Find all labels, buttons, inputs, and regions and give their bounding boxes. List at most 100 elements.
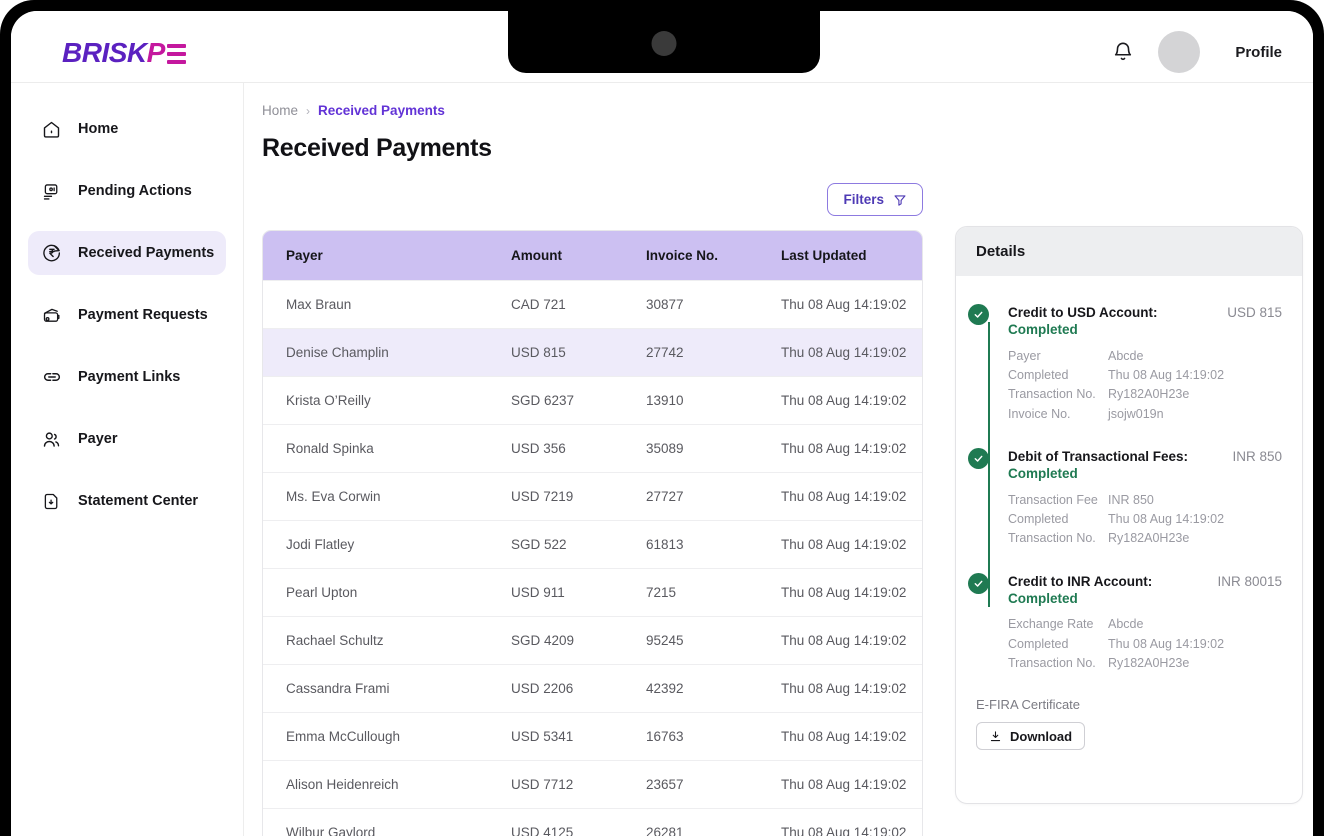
table-row[interactable]: Wilbur Gaylord USD 4125 26281 Thu 08 Aug 14… [263,807,922,836]
cell-updated: Thu 08 Aug 14:19:02 [781,567,922,616]
chevron-right-icon: › [306,103,311,118]
table-row[interactable]: Emma McCullough USD 5341 16763 Thu 08 Aug 1… [263,711,922,760]
detail-field-key: Invoice No. [1008,406,1071,421]
cell-amount: CAD 721 [511,279,646,328]
cell-payer: Ms. Eva Corwin [263,471,511,520]
detail-field-key: Completed [1008,511,1069,526]
payment-links-icon [40,366,63,389]
timeline-item-title: Credit to INR Account: Completed [1008,573,1153,606]
detail-field: Completed Thu 08 Aug 14:19:02 [1008,510,1282,529]
sidebar-item-label: Payer [78,431,118,447]
column-header-updated[interactable]: Last Updated [781,231,922,280]
sidebar-item-payer[interactable]: Payer [28,417,226,461]
cell-amount: USD 2206 [511,663,646,712]
detail-field-value: Thu 08 Aug 14:19:02 [1108,511,1225,526]
timeline-item-fields: Exchange Rate Abcde Completed Thu 08 Aug 14… [1008,615,1282,673]
timeline-item-heading: Credit to USD Account: Completed USD 815 [1008,304,1282,339]
detail-field: Exchange Rate Abcde [1008,615,1282,634]
detail-field-key: Transaction No. [1008,387,1096,402]
timeline-item-title: Credit to USD Account: Completed [1008,305,1158,338]
cell-amount: SGD 522 [511,519,646,568]
cell-payer: Pearl Upton [263,567,511,616]
device-frame: BRISK P Profile Home Pending Actions Rec… [0,0,1324,836]
timeline-item-fields: Payer Abcde Completed Thu 08 Aug 14:19:02 Tr… [1008,347,1282,425]
efira-certificate-label: E-FIRA Certificate [976,697,1081,713]
cell-updated: Thu 08 Aug 14:19:02 [781,471,922,520]
table-row[interactable]: Alison Heidenreich USD 7712 23657 Thu 08 Au… [263,759,922,808]
cell-amount: USD 4125 [511,807,646,836]
detail-field-value: Ry182A0H23e [1108,655,1190,670]
sidebar-item-label: Payment Links [78,369,181,385]
table-row[interactable]: Cassandra Frami USD 2206 42392 Thu 08 Aug 1… [263,663,922,712]
sidebar-item-statement-center[interactable]: Statement Center [28,479,226,523]
table-row[interactable]: Jodi Flatley SGD 522 61813 Thu 08 Aug 14:19… [263,519,922,568]
detail-field: Completed Thu 08 Aug 14:19:02 [1008,366,1282,385]
cell-updated: Thu 08 Aug 14:19:02 [781,375,922,424]
table-row[interactable]: Ms. Eva Corwin USD 7219 27727 Thu 08 Aug 14… [263,471,922,520]
device-notch [508,0,820,73]
detail-field-key: Completed [1008,367,1069,382]
check-circle-icon [968,448,989,470]
sidebar-item-label: Pending Actions [78,183,192,199]
table-row[interactable]: Rachael Schultz SGD 4209 95245 Thu 08 Aug 1… [263,615,922,664]
column-header-amount[interactable]: Amount [511,231,646,280]
cell-invoice: 27742 [646,327,781,376]
breadcrumb-current[interactable]: Received Payments [318,103,445,118]
check-circle-icon [968,572,989,594]
logo-e-bars-icon [166,44,186,64]
detail-field: Payer Abcde [1008,347,1282,366]
status-badge: Completed [1008,322,1078,338]
breadcrumb-home[interactable]: Home [262,103,298,118]
table-body: Max Braun CAD 721 30877 Thu 08 Aug 14:19:02… [263,279,922,836]
cell-amount: USD 356 [511,423,646,472]
cell-invoice: 35089 [646,423,781,472]
avatar[interactable] [1158,31,1200,73]
details-panel-title: Details [956,227,1302,276]
brand-logo[interactable]: BRISK P [62,37,186,69]
cell-invoice: 23657 [646,759,781,808]
filters-button[interactable]: Filters [827,183,923,216]
table-row[interactable]: Denise Champlin USD 815 27742 Thu 08 Aug 14… [263,327,922,376]
payer-icon [40,428,63,451]
timeline-item-fields: Transaction Fee INR 850 Completed Thu 08 Au… [1008,491,1282,549]
table-row[interactable]: Pearl Upton USD 911 7215 Thu 08 Aug 14:19:0… [263,567,922,616]
cell-payer: Rachael Schultz [263,615,511,664]
cell-payer: Emma McCullough [263,711,511,760]
sidebar-item-home[interactable]: Home [28,107,226,151]
detail-field-key: Exchange Rate [1008,617,1094,632]
cell-invoice: 61813 [646,519,781,568]
cell-updated: Thu 08 Aug 14:19:02 [781,327,922,376]
payments-table: Payer Amount Invoice No. Last Updated Ma… [262,230,923,836]
cell-updated: Thu 08 Aug 14:19:02 [781,711,922,760]
sidebar-item-pending-actions[interactable]: Pending Actions [28,169,226,213]
table-row[interactable]: Ronald Spinka USD 356 35089 Thu 08 Aug 14:1… [263,423,922,472]
sidebar-item-received-payments[interactable]: Received Payments [28,231,226,275]
cell-updated: Thu 08 Aug 14:19:02 [781,807,922,836]
profile-label[interactable]: Profile [1235,44,1282,61]
funnel-icon [893,193,907,207]
timeline-item-amount: INR 80015 [1217,573,1282,589]
camera-icon [651,31,677,56]
bell-icon[interactable] [1112,41,1134,63]
table-row[interactable]: Max Braun CAD 721 30877 Thu 08 Aug 14:19:02 [263,279,922,328]
download-button[interactable]: Download [976,722,1086,751]
cell-updated: Thu 08 Aug 14:19:02 [781,663,922,712]
timeline-item: Credit to USD Account: Completed USD 815 Pa… [968,304,1282,425]
cell-updated: Thu 08 Aug 14:19:02 [781,279,922,328]
sidebar-item-payment-links[interactable]: Payment Links [28,355,226,399]
detail-field: Transaction No. Ry182A0H23e [1008,529,1282,548]
cell-payer: Alison Heidenreich [263,759,511,808]
cell-payer: Max Braun [263,279,511,328]
sidebar-item-payment-requests[interactable]: Payment Requests [28,293,226,337]
cell-payer: Krista O’Reilly [263,375,511,424]
check-circle-icon [968,304,989,325]
cell-amount: USD 7219 [511,471,646,520]
cell-invoice: 16763 [646,711,781,760]
cell-amount: USD 911 [511,567,646,616]
column-header-invoice[interactable]: Invoice No. [646,231,781,280]
table-row[interactable]: Krista O’Reilly SGD 6237 13910 Thu 08 Aug 1… [263,375,922,424]
sidebar-item-label: Statement Center [78,493,199,509]
status-badge: Completed [1008,590,1078,606]
column-header-payer[interactable]: Payer [263,231,511,280]
cell-payer: Jodi Flatley [263,519,511,568]
